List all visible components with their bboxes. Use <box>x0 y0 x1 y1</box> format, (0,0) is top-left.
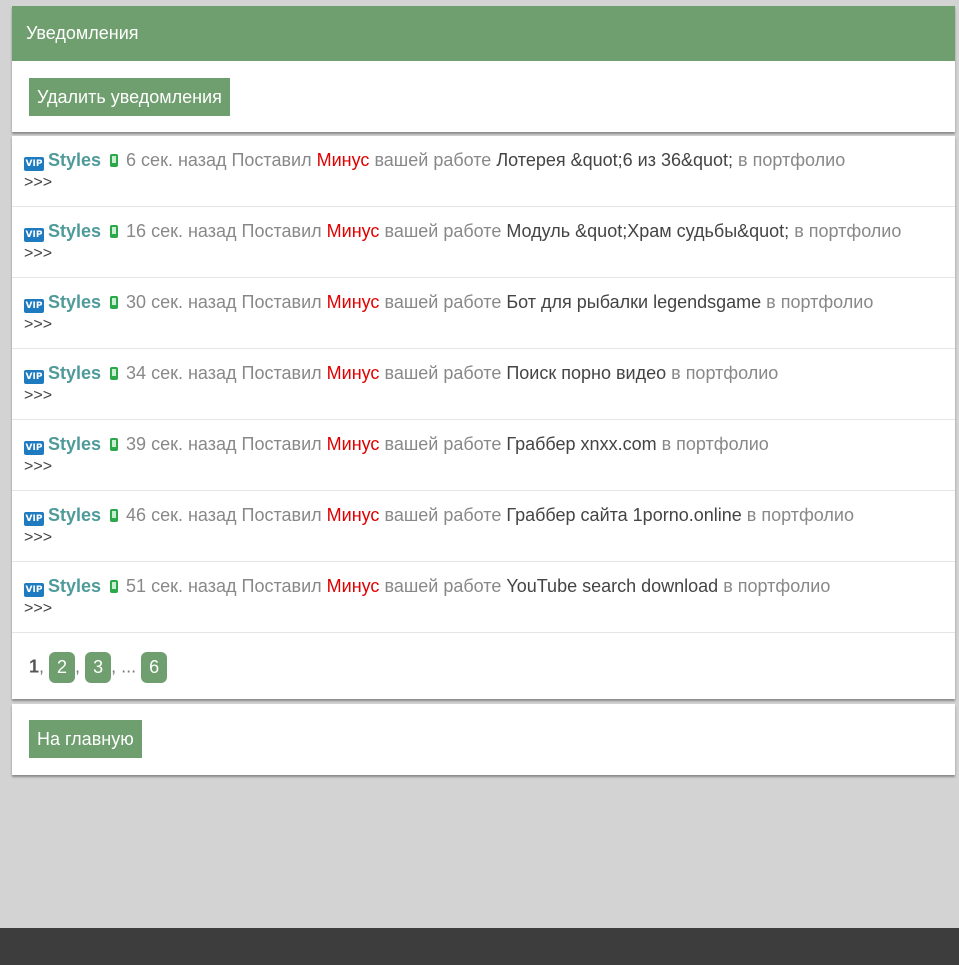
page-link-2[interactable]: 2 <box>49 652 76 683</box>
more-link[interactable]: >>> <box>24 243 943 265</box>
mobile-phone-icon <box>110 580 119 593</box>
home-button[interactable]: На главную <box>29 720 142 758</box>
mobile-phone-icon <box>110 296 119 309</box>
pagination: 1, 2, 3, ... 6 <box>12 633 955 699</box>
notification-middle: вашей работе <box>374 150 492 170</box>
more-link[interactable]: >>> <box>24 456 943 478</box>
more-link[interactable]: >>> <box>24 385 943 407</box>
notification-verdict: Минус <box>326 221 380 241</box>
notification-item: VIP Styles 34 сек. назад Поставил Минус ва… <box>12 349 955 420</box>
notification-item: VIP Styles 6 сек. назад Поставил Минус ваш… <box>12 136 955 207</box>
user-link[interactable]: Styles <box>48 576 101 596</box>
work-link[interactable]: Модуль &quot;Храм судьбы&quot; <box>506 221 789 241</box>
user-link[interactable]: Styles <box>48 505 101 525</box>
work-link[interactable]: Лотерея &quot;6 из 36&quot; <box>496 150 733 170</box>
page-title: Уведомления <box>12 6 955 61</box>
notification-item: VIP Styles 39 сек. назад Поставил Минус ва… <box>12 420 955 491</box>
notification-suffix: в портфолио <box>746 505 854 525</box>
notification-middle: вашей работе <box>384 221 502 241</box>
notification-item: VIP Styles 16 сек. назад Поставил Минус ва… <box>12 207 955 278</box>
notifications-list: VIP Styles 6 сек. назад Поставил Минус ваш… <box>12 136 955 699</box>
notification-action: Поставил <box>241 363 322 383</box>
notification-verdict: Минус <box>326 363 380 383</box>
notification-middle: вашей работе <box>384 505 502 525</box>
notification-verdict: Минус <box>326 292 380 312</box>
notification-suffix: в портфолио <box>671 363 779 383</box>
mobile-phone-icon <box>110 367 119 380</box>
work-link[interactable]: Поиск порно видео <box>506 363 666 383</box>
more-link[interactable]: >>> <box>24 314 943 336</box>
mobile-phone-icon <box>110 225 119 238</box>
notification-middle: вашей работе <box>384 434 502 454</box>
work-link[interactable]: Граббер xnxx.com <box>506 434 656 454</box>
notification-action: Поставил <box>231 150 312 170</box>
vip-badge-icon: VIP <box>24 157 44 171</box>
user-link[interactable]: Styles <box>48 363 101 383</box>
work-link[interactable]: Граббер сайта 1porno.online <box>506 505 741 525</box>
more-link[interactable]: >>> <box>24 527 943 549</box>
notification-action: Поставил <box>241 292 322 312</box>
notification-time: 30 сек. назад <box>126 292 237 312</box>
notifications-header-card: Уведомления Удалить уведомления <box>12 6 955 132</box>
notification-time: 46 сек. назад <box>126 505 237 525</box>
notification-suffix: в портфолио <box>794 221 902 241</box>
notification-item: VIP Styles 30 сек. назад Поставил Минус ва… <box>12 278 955 349</box>
mobile-phone-icon <box>110 154 119 167</box>
notification-suffix: в портфолио <box>738 150 846 170</box>
page-current: 1 <box>29 656 40 677</box>
page-link-3[interactable]: 3 <box>85 652 112 683</box>
notification-time: 16 сек. назад <box>126 221 237 241</box>
page-ellipsis: ... <box>121 656 137 677</box>
vip-badge-icon: VIP <box>24 583 44 597</box>
footer <box>0 928 959 965</box>
mobile-phone-icon <box>110 509 119 522</box>
page-container: Уведомления Удалить уведомления VIP Style… <box>12 6 955 775</box>
notification-verdict: Минус <box>326 576 380 596</box>
user-link[interactable]: Styles <box>48 221 101 241</box>
delete-notifications-button[interactable]: Удалить уведомления <box>29 78 230 116</box>
mobile-phone-icon <box>110 438 119 451</box>
vip-badge-icon: VIP <box>24 370 44 384</box>
notification-middle: вашей работе <box>384 292 502 312</box>
more-link[interactable]: >>> <box>24 598 943 620</box>
notification-time: 51 сек. назад <box>126 576 237 596</box>
notification-middle: вашей работе <box>384 363 502 383</box>
notification-verdict: Минус <box>326 505 380 525</box>
notification-verdict: Минус <box>326 434 380 454</box>
work-link[interactable]: Бот для рыбалки legendsgame <box>506 292 761 312</box>
notification-action: Поставил <box>241 576 322 596</box>
notification-time: 39 сек. назад <box>126 434 237 454</box>
notification-item: VIP Styles 51 сек. назад Поставил Минус ва… <box>12 562 955 633</box>
notification-action: Поставил <box>241 221 322 241</box>
notification-suffix: в портфолио <box>723 576 831 596</box>
notification-suffix: в портфолио <box>766 292 874 312</box>
user-link[interactable]: Styles <box>48 150 101 170</box>
notification-item: VIP Styles 46 сек. назад Поставил Минус ва… <box>12 491 955 562</box>
more-link[interactable]: >>> <box>24 172 943 194</box>
vip-badge-icon: VIP <box>24 512 44 526</box>
user-link[interactable]: Styles <box>48 434 101 454</box>
notification-time: 6 сек. назад <box>126 150 227 170</box>
notification-verdict: Минус <box>316 150 370 170</box>
work-link[interactable]: YouTube search download <box>506 576 718 596</box>
notification-time: 34 сек. назад <box>126 363 237 383</box>
notification-action: Поставил <box>241 434 322 454</box>
user-link[interactable]: Styles <box>48 292 101 312</box>
page-link-last[interactable]: 6 <box>141 652 168 683</box>
home-card: На главную <box>12 704 955 775</box>
notification-suffix: в портфолио <box>661 434 769 454</box>
vip-badge-icon: VIP <box>24 299 44 313</box>
vip-badge-icon: VIP <box>24 228 44 242</box>
vip-badge-icon: VIP <box>24 441 44 455</box>
notification-middle: вашей работе <box>384 576 502 596</box>
notification-action: Поставил <box>241 505 322 525</box>
